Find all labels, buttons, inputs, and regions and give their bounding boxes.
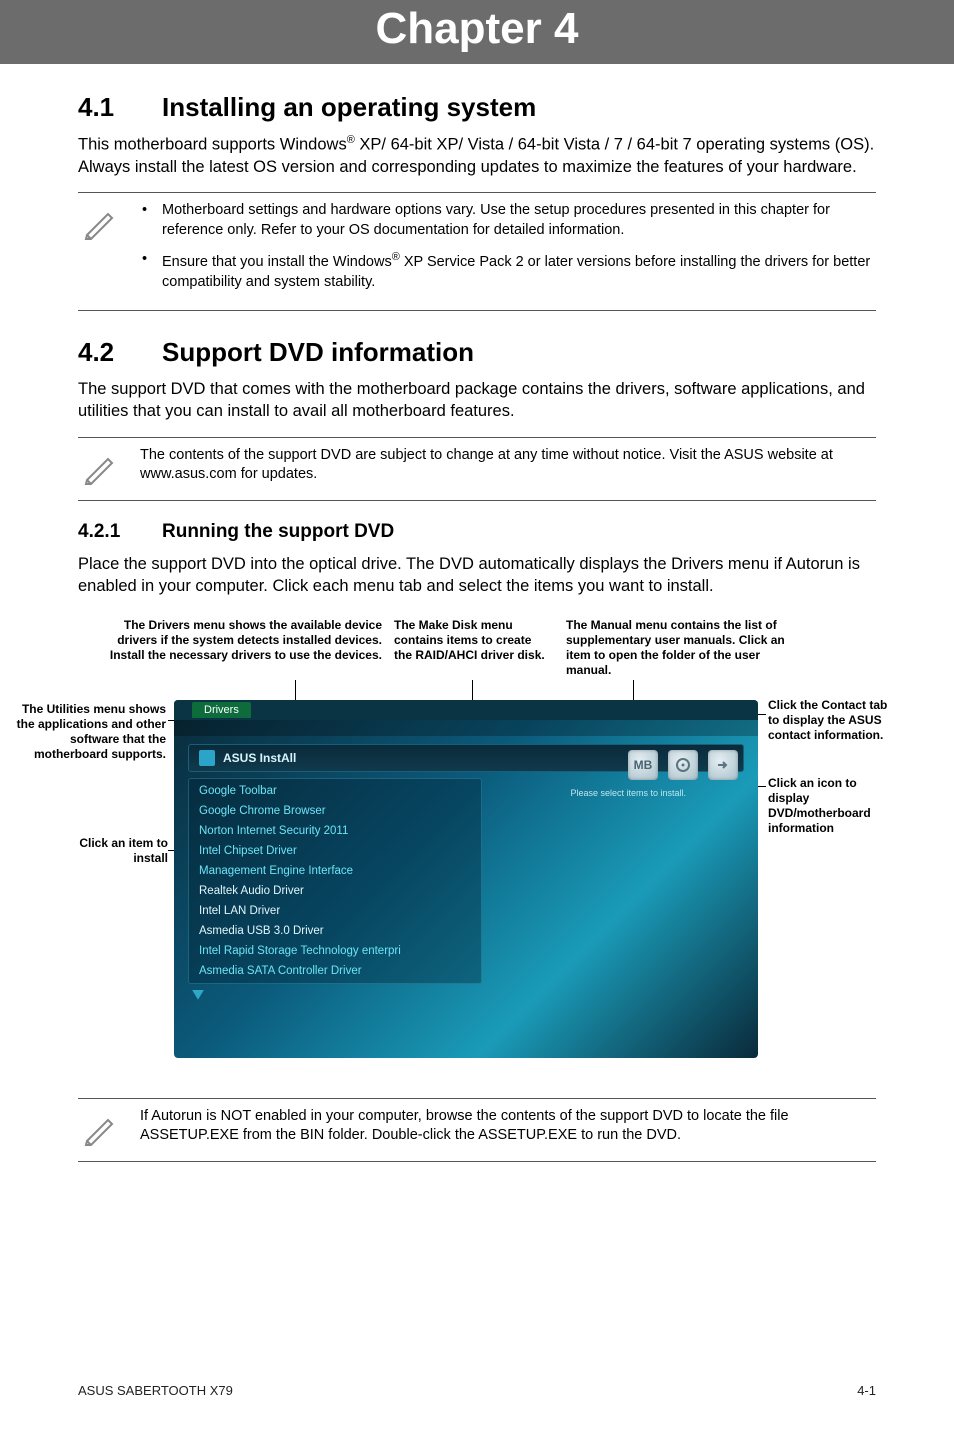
chapter-header-bar: Chapter 4 bbox=[0, 0, 954, 64]
asus-logo-icon bbox=[199, 750, 215, 766]
window-tab-strip: Drivers bbox=[174, 700, 758, 720]
info-badge-group: MB bbox=[628, 750, 738, 780]
page-footer: ASUS SABERTOOTH X79 4-1 bbox=[78, 1383, 876, 1398]
window-sub-strip bbox=[174, 720, 758, 736]
leader-line bbox=[295, 680, 296, 700]
leader-line bbox=[758, 786, 766, 787]
asus-install-window: Drivers ASUS InstAll MB Please select it… bbox=[174, 700, 758, 1058]
driver-item[interactable]: Asmedia USB 3.0 Driver bbox=[189, 921, 481, 941]
callout-drivers-menu: The Drivers menu shows the available dev… bbox=[102, 618, 382, 663]
note-item: Motherboard settings and hardware option… bbox=[140, 201, 876, 240]
section-4-1-heading: 4.1Installing an operating system bbox=[78, 92, 876, 123]
exit-icon[interactable] bbox=[708, 750, 738, 780]
subsection-title-text: Running the support DVD bbox=[162, 521, 394, 542]
leader-line bbox=[472, 680, 473, 700]
callout-make-disk-menu: The Make Disk menu contains items to cre… bbox=[394, 618, 549, 663]
pencil-icon bbox=[78, 201, 126, 248]
mb-info-icon[interactable]: MB bbox=[628, 750, 658, 780]
note-block-autorun: If Autorun is NOT enabled in your comput… bbox=[78, 1098, 876, 1163]
tab-drivers[interactable]: Drivers bbox=[192, 702, 251, 718]
driver-item[interactable]: Intel LAN Driver bbox=[189, 901, 481, 921]
scroll-down-icon[interactable] bbox=[192, 990, 204, 1000]
note-item: Ensure that you install the Windows® XP … bbox=[140, 250, 876, 292]
driver-item[interactable]: Google Chrome Browser bbox=[189, 801, 481, 821]
note-block-4-2: The contents of the support DVD are subj… bbox=[78, 437, 876, 502]
section-4-2-paragraph: The support DVD that comes with the moth… bbox=[78, 378, 876, 423]
section-4-2-1-paragraph: Place the support DVD into the optical d… bbox=[78, 553, 876, 598]
footer-page-number: 4-1 bbox=[857, 1383, 876, 1398]
select-hint-text: Please select items to install. bbox=[570, 788, 686, 798]
leader-line bbox=[758, 714, 766, 715]
callout-utilities-menu: The Utilities menu shows the application… bbox=[16, 702, 166, 762]
section-title-text: Support DVD information bbox=[162, 337, 474, 367]
section-title-text: Installing an operating system bbox=[162, 92, 536, 122]
driver-item-list: Google Toolbar Google Chrome Browser Nor… bbox=[188, 778, 482, 984]
registered-mark: ® bbox=[392, 251, 400, 263]
section-4-2-1-heading: 4.2.1Running the support DVD bbox=[78, 521, 876, 543]
section-4-1-paragraph: This motherboard supports Windows® XP/ 6… bbox=[78, 133, 876, 178]
callout-click-item: Click an item to install bbox=[58, 836, 168, 866]
pencil-icon bbox=[78, 1107, 126, 1154]
callout-contact-tab: Click the Contact tab to display the ASU… bbox=[768, 698, 898, 743]
leader-line bbox=[633, 680, 634, 700]
registered-mark: ® bbox=[347, 134, 355, 146]
para-part-a: This motherboard supports Windows bbox=[78, 136, 347, 154]
pencil-icon bbox=[78, 446, 126, 493]
driver-item[interactable]: Norton Internet Security 2011 bbox=[189, 821, 481, 841]
note-text: If Autorun is NOT enabled in your comput… bbox=[126, 1107, 876, 1146]
section-number: 4.1 bbox=[78, 92, 162, 123]
driver-item[interactable]: Intel Chipset Driver bbox=[189, 841, 481, 861]
driver-item[interactable]: Intel Rapid Storage Technology enterpri bbox=[189, 941, 481, 961]
note-block-4-1: Motherboard settings and hardware option… bbox=[78, 192, 876, 311]
note-part-a: Ensure that you install the Windows bbox=[162, 254, 392, 270]
asus-install-all-label: ASUS InstAll bbox=[223, 751, 296, 765]
dvd-info-icon[interactable] bbox=[668, 750, 698, 780]
driver-item[interactable]: Google Toolbar bbox=[189, 781, 481, 801]
callout-info-icon: Click an icon to display DVD/motherboard… bbox=[768, 776, 898, 836]
section-number: 4.2 bbox=[78, 337, 162, 368]
driver-item[interactable]: Realtek Audio Driver bbox=[189, 881, 481, 901]
driver-item[interactable]: Management Engine Interface bbox=[189, 861, 481, 881]
driver-item[interactable]: Asmedia SATA Controller Driver bbox=[189, 961, 481, 981]
footer-product-name: ASUS SABERTOOTH X79 bbox=[78, 1383, 233, 1398]
note-text: The contents of the support DVD are subj… bbox=[126, 446, 876, 485]
screenshot-area: The Drivers menu shows the available dev… bbox=[78, 618, 876, 1088]
callout-manual-menu: The Manual menu contains the list of sup… bbox=[566, 618, 796, 678]
section-4-2-heading: 4.2Support DVD information bbox=[78, 337, 876, 368]
chapter-title: Chapter 4 bbox=[0, 4, 954, 54]
subsection-number: 4.2.1 bbox=[78, 521, 162, 543]
